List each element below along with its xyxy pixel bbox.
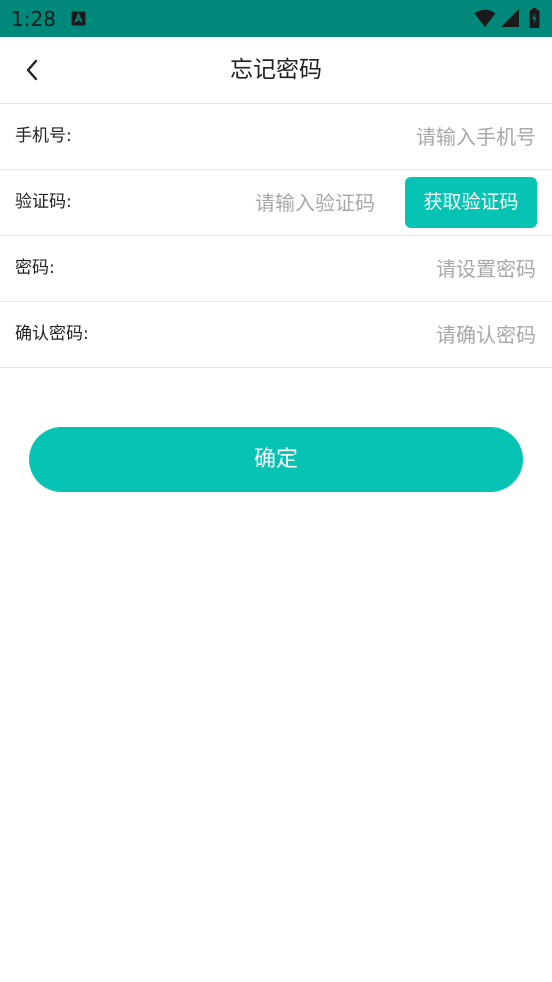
app-bar: 忘记密码 <box>0 37 552 104</box>
code-label: 验证码: <box>15 192 72 212</box>
signal-icon <box>501 9 519 27</box>
confirm-button[interactable]: 确定 <box>29 427 523 492</box>
password-label: 密码: <box>15 258 55 278</box>
password-row: 密码: <box>0 236 552 302</box>
wifi-icon <box>474 9 496 27</box>
a-letter-icon <box>71 11 86 26</box>
battery-icon <box>529 8 540 28</box>
code-row: 验证码: 获取验证码 <box>0 170 552 236</box>
phone-input[interactable] <box>150 104 536 169</box>
status-bar: 1:28 <box>0 0 552 37</box>
password-input[interactable] <box>150 236 536 301</box>
code-input[interactable] <box>120 170 375 235</box>
phone-row: 手机号: <box>0 104 552 170</box>
confirm-password-label: 确认密码: <box>15 324 89 344</box>
status-time: 1:28 <box>11 7 56 31</box>
get-code-button[interactable]: 获取验证码 <box>405 177 537 228</box>
page-title: 忘记密码 <box>230 57 322 83</box>
confirm-password-row: 确认密码: <box>0 302 552 368</box>
confirm-password-input[interactable] <box>150 302 536 367</box>
phone-label: 手机号: <box>15 126 72 146</box>
